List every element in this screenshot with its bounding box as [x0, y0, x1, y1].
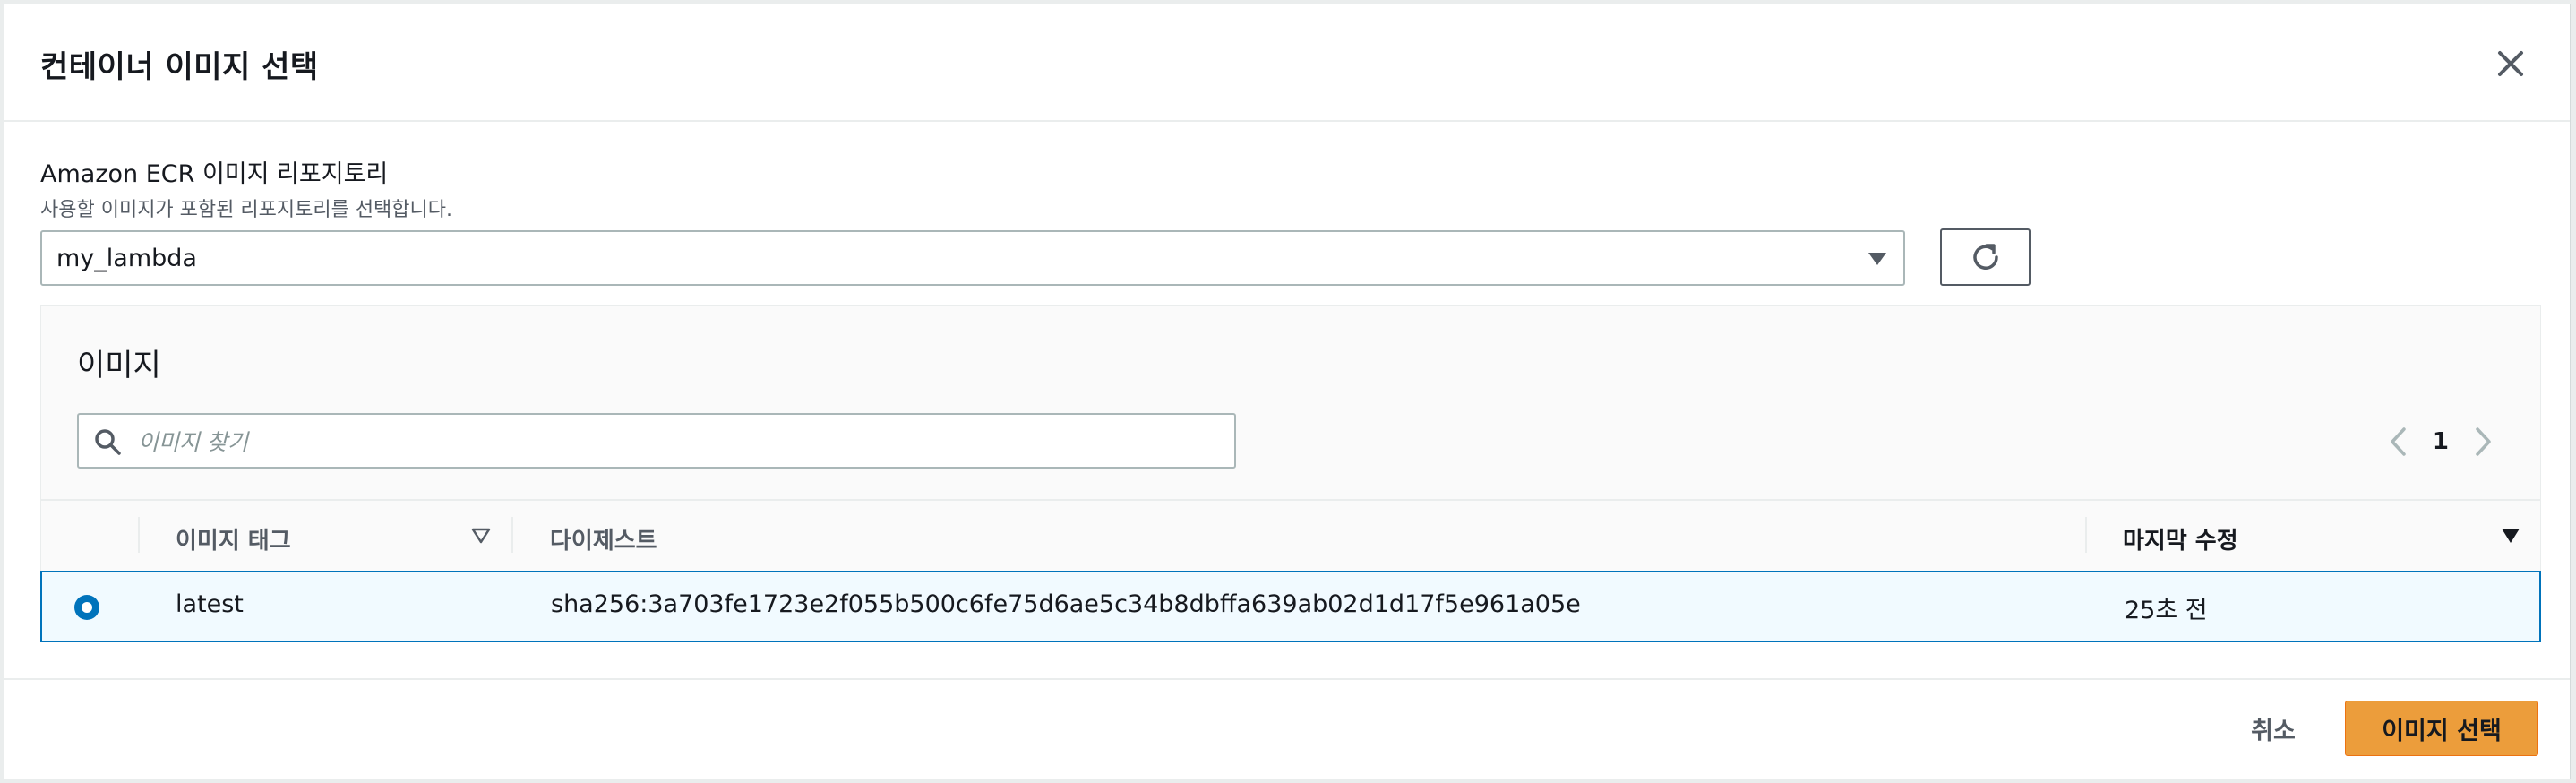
- column-header-last-modified[interactable]: 마지막 수정: [2123, 522, 2238, 555]
- close-button[interactable]: [2493, 46, 2529, 82]
- caret-down-icon: [1868, 253, 1886, 265]
- repository-select-value: my_lambda: [56, 245, 197, 272]
- modal-header: 컨테이너 이미지 선택: [4, 4, 2570, 122]
- radio-selected-dot: [82, 602, 92, 613]
- repository-label: Amazon ECR 이미지 리포지토리: [40, 160, 389, 188]
- table-row[interactable]: latest sha256:3a703fe1723e2f055b500c6fe7…: [40, 571, 2541, 642]
- cell-last-modified: 25초 전: [2125, 597, 2208, 624]
- repository-description: 사용할 이미지가 포함된 리포지토리를 선택합니다.: [40, 199, 453, 221]
- chevron-left-icon[interactable]: [2388, 426, 2408, 458]
- column-header-tag[interactable]: 이미지 태그: [176, 522, 291, 555]
- images-table-container: 이미지 1 이미지 태그: [40, 305, 2541, 642]
- column-divider: [138, 517, 140, 553]
- cell-image-tag: latest: [176, 590, 244, 618]
- page-number[interactable]: 1: [2433, 428, 2449, 455]
- pagination: 1: [2388, 422, 2494, 461]
- modal-footer: 취소 이미지 선택: [4, 678, 2570, 779]
- close-icon: [2498, 51, 2523, 76]
- repository-select[interactable]: my_lambda: [40, 230, 1905, 286]
- row-radio[interactable]: [74, 595, 99, 620]
- search-icon: [95, 429, 121, 455]
- column-header-digest[interactable]: 다이제스트: [550, 522, 657, 555]
- chevron-right-icon[interactable]: [2474, 426, 2494, 458]
- sort-icon[interactable]: [471, 528, 491, 544]
- cell-digest: sha256:3a703fe1723e2f055b500c6fe75d6ae5c…: [551, 590, 1581, 618]
- column-divider: [511, 517, 513, 553]
- modal-title: 컨테이너 이미지 선택: [40, 49, 319, 85]
- image-search: [77, 413, 1236, 469]
- sort-desc-icon[interactable]: [2501, 528, 2520, 544]
- images-table-title: 이미지: [77, 348, 161, 383]
- refresh-button[interactable]: [1940, 228, 2031, 286]
- cancel-button[interactable]: 취소: [2237, 701, 2309, 755]
- select-container-image-modal: 컨테이너 이미지 선택 Amazon ECR 이미지 리포지토리 사용할 이미지…: [4, 4, 2571, 779]
- image-search-input[interactable]: [136, 422, 1215, 461]
- column-divider: [2085, 517, 2087, 553]
- select-image-button[interactable]: 이미지 선택: [2345, 701, 2538, 756]
- table-header: 이미지 태그 다이제스트 마지막 수정: [41, 499, 2540, 571]
- refresh-icon: [1972, 244, 1998, 270]
